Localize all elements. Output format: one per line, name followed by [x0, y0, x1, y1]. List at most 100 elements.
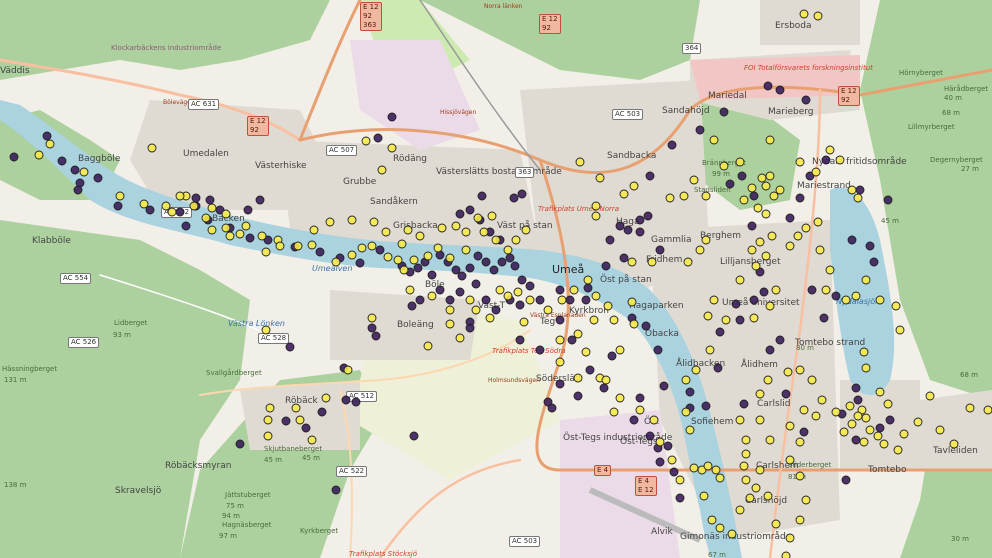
map-marker-dark[interactable] — [497, 257, 507, 267]
map-marker-dark[interactable] — [759, 287, 769, 297]
map-marker-light[interactable] — [461, 227, 471, 237]
map-marker-light[interactable] — [775, 185, 785, 195]
map-marker-dark[interactable] — [653, 345, 663, 355]
map-marker-dark[interactable] — [623, 225, 633, 235]
map-marker-light[interactable] — [719, 161, 729, 171]
map-marker-light[interactable] — [825, 265, 835, 275]
map-marker-light[interactable] — [347, 215, 357, 225]
map-marker-light[interactable] — [343, 365, 353, 375]
map-marker-light[interactable] — [761, 251, 771, 261]
map-marker-light[interactable] — [847, 419, 857, 429]
map-marker-light[interactable] — [749, 313, 759, 323]
map-marker-light[interactable] — [689, 175, 699, 185]
map-marker-light[interactable] — [785, 533, 795, 543]
map-marker-dark[interactable] — [615, 221, 625, 231]
map-marker-light[interactable] — [161, 201, 171, 211]
map-marker-dark[interactable] — [235, 439, 245, 449]
map-marker-dark[interactable] — [505, 253, 515, 263]
map-marker-dark[interactable] — [731, 299, 741, 309]
map-marker-dark[interactable] — [785, 213, 795, 223]
map-marker-dark[interactable] — [367, 323, 377, 333]
map-marker-dark[interactable] — [373, 133, 383, 143]
map-marker-light[interactable] — [591, 211, 601, 221]
map-marker-dark[interactable] — [795, 193, 805, 203]
map-marker-light[interactable] — [479, 227, 489, 237]
map-marker-light[interactable] — [257, 231, 267, 241]
map-marker-light[interactable] — [745, 493, 755, 503]
map-marker-light[interactable] — [815, 245, 825, 255]
map-marker-light[interactable] — [45, 139, 55, 149]
map-marker-light[interactable] — [595, 173, 605, 183]
map-marker-light[interactable] — [79, 167, 89, 177]
map-marker-dark[interactable] — [739, 399, 749, 409]
map-marker-dark[interactable] — [481, 295, 491, 305]
map-marker-light[interactable] — [307, 240, 317, 250]
map-marker-light[interactable] — [437, 223, 447, 233]
map-marker-light[interactable] — [701, 235, 711, 245]
map-marker-dark[interactable] — [413, 263, 423, 273]
map-marker-light[interactable] — [709, 295, 719, 305]
map-marker-dark[interactable] — [515, 300, 525, 310]
map-marker-light[interactable] — [369, 217, 379, 227]
map-marker-light[interactable] — [751, 261, 761, 271]
map-marker-dark[interactable] — [113, 201, 123, 211]
map-marker-light[interactable] — [649, 415, 659, 425]
map-marker-dark[interactable] — [573, 391, 583, 401]
map-marker-dark[interactable] — [317, 407, 327, 417]
map-marker-light[interactable] — [785, 241, 795, 251]
map-marker-light[interactable] — [557, 295, 567, 305]
map-marker-dark[interactable] — [465, 205, 475, 215]
map-marker-dark[interactable] — [351, 397, 361, 407]
map-marker-light[interactable] — [503, 245, 513, 255]
map-marker-light[interactable] — [883, 399, 893, 409]
map-marker-light[interactable] — [755, 237, 765, 247]
map-marker-light[interactable] — [859, 437, 869, 447]
map-marker-light[interactable] — [619, 189, 629, 199]
map-marker-light[interactable] — [853, 193, 863, 203]
map-marker-light[interactable] — [473, 213, 483, 223]
map-marker-dark[interactable] — [93, 173, 103, 183]
map-marker-light[interactable] — [865, 425, 875, 435]
map-marker-dark[interactable] — [685, 387, 695, 397]
map-marker-dark[interactable] — [855, 185, 865, 195]
map-marker-light[interactable] — [347, 250, 357, 260]
map-marker-dark[interactable] — [629, 415, 639, 425]
map-marker-dark[interactable] — [831, 291, 841, 301]
map-marker-light[interactable] — [445, 305, 455, 315]
map-marker-light[interactable] — [735, 415, 745, 425]
map-marker-light[interactable] — [403, 225, 413, 235]
map-marker-light[interactable] — [583, 275, 593, 285]
map-marker-light[interactable] — [801, 495, 811, 505]
map-marker-dark[interactable] — [455, 209, 465, 219]
map-marker-light[interactable] — [765, 435, 775, 445]
map-marker-light[interactable] — [519, 317, 529, 327]
map-marker-light[interactable] — [397, 239, 407, 249]
map-marker-dark[interactable] — [407, 301, 417, 311]
map-marker-dark[interactable] — [535, 345, 545, 355]
map-marker-light[interactable] — [261, 325, 271, 335]
map-marker-dark[interactable] — [801, 95, 811, 105]
map-marker-dark[interactable] — [255, 195, 265, 205]
map-marker-dark[interactable] — [409, 431, 419, 441]
map-marker-light[interactable] — [813, 217, 823, 227]
map-marker-dark[interactable] — [885, 415, 895, 425]
map-marker-light[interactable] — [189, 201, 199, 211]
map-marker-light[interactable] — [831, 407, 841, 417]
map-marker-light[interactable] — [793, 231, 803, 241]
map-marker-light[interactable] — [925, 391, 935, 401]
map-marker-dark[interactable] — [655, 457, 665, 467]
map-marker-light[interactable] — [409, 255, 419, 265]
map-marker-light[interactable] — [761, 181, 771, 191]
marker-layer[interactable] — [0, 0, 992, 558]
map-marker-light[interactable] — [853, 411, 863, 421]
map-marker-dark[interactable] — [669, 467, 679, 477]
map-marker-dark[interactable] — [415, 295, 425, 305]
map-marker-light[interactable] — [295, 415, 305, 425]
map-marker-dark[interactable] — [555, 315, 565, 325]
map-marker-dark[interactable] — [583, 283, 593, 293]
map-marker-dark[interactable] — [477, 191, 487, 201]
map-marker-light[interactable] — [263, 415, 273, 425]
map-marker-light[interactable] — [765, 301, 775, 311]
map-marker-light[interactable] — [147, 143, 157, 153]
map-marker-light[interactable] — [221, 223, 231, 233]
